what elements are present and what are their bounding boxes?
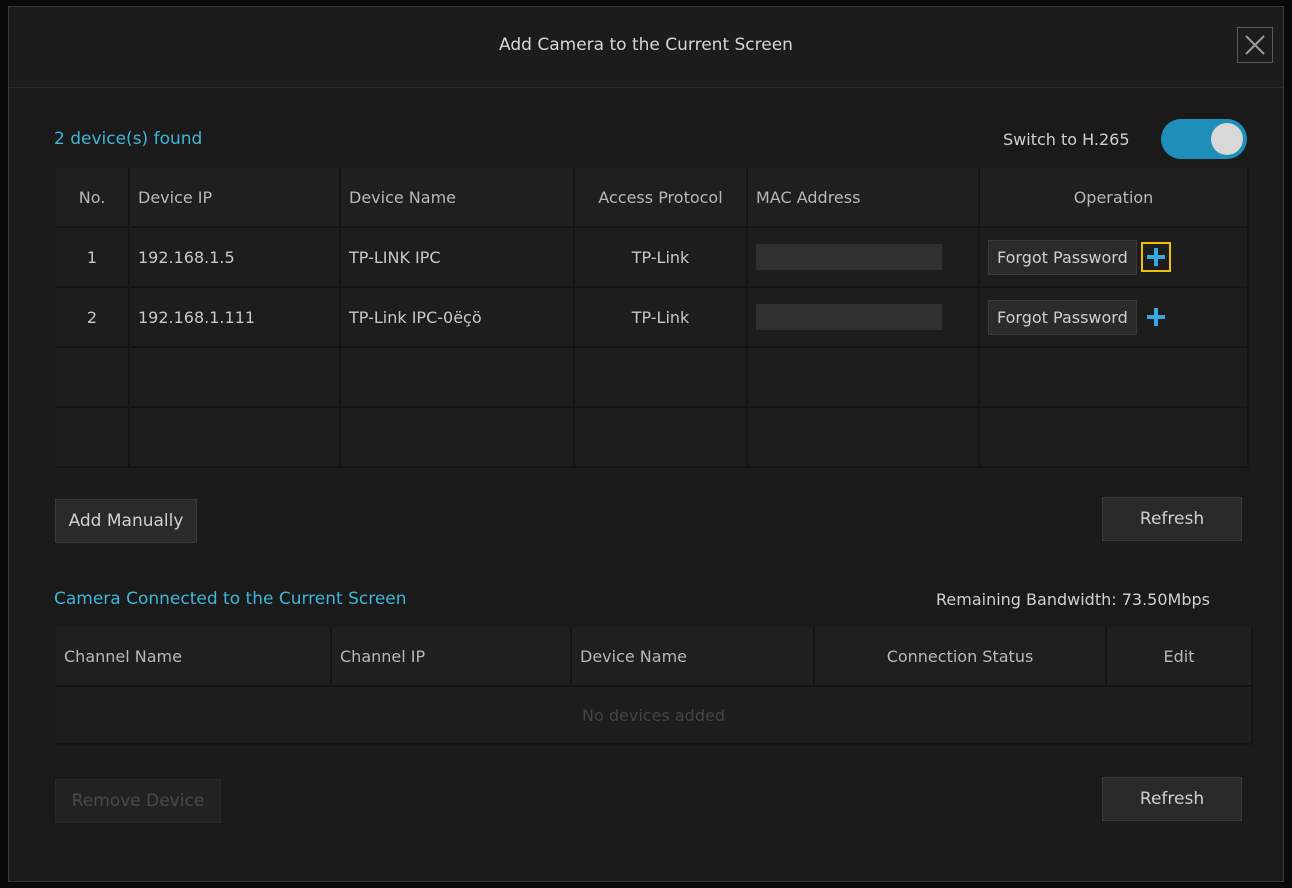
column-header-access-protocol: Access Protocol (574, 168, 748, 228)
close-button[interactable] (1237, 27, 1273, 63)
empty-state-row: No devices added (56, 686, 1253, 745)
table-header-row: Channel Name Channel IP Device Name Conn… (56, 627, 1253, 687)
plus-icon (1146, 308, 1165, 326)
add-device-button[interactable] (1140, 242, 1171, 272)
column-header-mac-address: MAC Address (747, 168, 980, 228)
dialog-title-bar: Add Camera to the Current Screen (9, 7, 1283, 88)
close-icon (1245, 35, 1265, 55)
discovered-devices-table: No. Device IP Device Name Access Protoco… (56, 168, 1249, 468)
cell-operation: Forgot Password (979, 227, 1249, 288)
column-header-channel-ip: Channel IP (331, 627, 572, 687)
column-header-channel-name: Channel Name (56, 627, 332, 687)
mac-redacted-box (756, 304, 942, 330)
plus-icon (1146, 248, 1165, 266)
column-header-device-name: Device Name (340, 168, 575, 228)
refresh-devices-button[interactable]: Refresh (1102, 497, 1242, 541)
cell-device-name: TP-LINK IPC (340, 227, 575, 288)
column-header-no: No. (56, 168, 130, 228)
empty-table-row (56, 407, 1249, 468)
forgot-password-button[interactable]: Forgot Password (988, 299, 1137, 335)
empty-table-row (56, 347, 1249, 408)
add-manually-button[interactable]: Add Manually (55, 499, 197, 543)
forgot-password-button[interactable]: Forgot Password (988, 239, 1137, 275)
mac-redacted-box (756, 244, 942, 270)
column-header-connection-status: Connection Status (814, 627, 1107, 687)
cell-mac-address (747, 287, 980, 348)
cell-access-protocol: TP-Link (574, 227, 748, 288)
column-header-operation: Operation (979, 168, 1249, 228)
cell-mac-address (747, 227, 980, 288)
connected-cameras-table: Channel Name Channel IP Device Name Conn… (56, 627, 1253, 745)
cell-no: 2 (56, 287, 130, 348)
h265-toggle-label: Switch to H.265 (1003, 130, 1130, 149)
toggle-knob (1211, 123, 1243, 155)
table-row[interactable]: 1 192.168.1.5 TP-LINK IPC TP-Link Forgot… (56, 227, 1249, 288)
devices-found-label: 2 device(s) found (54, 129, 203, 149)
column-header-device-ip: Device IP (129, 168, 341, 228)
column-header-device-name: Device Name (571, 627, 815, 687)
add-camera-dialog: Add Camera to the Current Screen 2 devic… (8, 6, 1284, 882)
cell-access-protocol: TP-Link (574, 287, 748, 348)
table-row[interactable]: 2 192.168.1.111 TP-Link IPC-0ëçö TP-Link… (56, 287, 1249, 348)
remaining-bandwidth: Remaining Bandwidth: 73.50Mbps (936, 590, 1210, 609)
cell-device-ip: 192.168.1.111 (129, 287, 341, 348)
cell-no: 1 (56, 227, 130, 288)
cell-device-ip: 192.168.1.5 (129, 227, 341, 288)
column-header-edit: Edit (1106, 627, 1253, 687)
cell-device-name: TP-Link IPC-0ëçö (340, 287, 575, 348)
connected-cameras-label: Camera Connected to the Current Screen (54, 589, 407, 609)
h265-toggle[interactable] (1161, 119, 1247, 159)
dialog-title: Add Camera to the Current Screen (499, 35, 793, 55)
add-device-button[interactable] (1141, 302, 1171, 332)
cell-operation: Forgot Password (979, 287, 1249, 348)
table-header-row: No. Device IP Device Name Access Protoco… (56, 168, 1249, 228)
remove-device-button[interactable]: Remove Device (55, 779, 221, 823)
no-devices-message: No devices added (56, 686, 1253, 745)
refresh-connected-button[interactable]: Refresh (1102, 777, 1242, 821)
